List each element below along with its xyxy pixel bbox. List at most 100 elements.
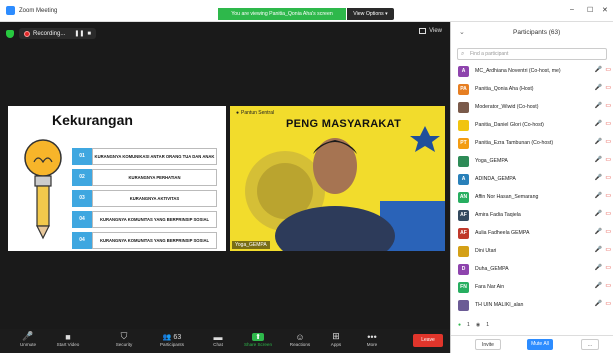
slide-item-1: 01 KURANGNYA KOMUNIKASI ANTAR ORANG TUA …: [72, 148, 217, 165]
mic-muted-icon[interactable]: 🎤: [595, 84, 602, 91]
pause-recording-icon[interactable]: ❚❚: [74, 30, 84, 37]
participants-header: ⌄ Participants (63): [451, 22, 613, 44]
shield-icon: ⛉: [120, 331, 128, 341]
mic-muted-icon[interactable]: 🎤: [595, 210, 602, 217]
slide-item-text: KURANGNYA KOMUNITAS YANG BERPRINSIP SOSI…: [92, 211, 217, 228]
invite-button[interactable]: Invite: [475, 339, 501, 350]
video-off-icon[interactable]: ▭: [605, 120, 611, 127]
participant-row[interactable]: Moderator_Wiwid (Co-host) 🎤 ▭: [451, 98, 613, 116]
gray-status-icon: ◉: [475, 322, 481, 328]
avatar: [458, 245, 469, 257]
close-button[interactable]: ✕: [602, 6, 608, 14]
participant-search-input[interactable]: ⌕ Find a participant: [457, 48, 607, 60]
participant-row[interactable]: PT Panitia_Ezra Tambunan (Co-host) 🎤 ▭: [451, 134, 613, 152]
start-video-button[interactable]: ■ Start Video: [48, 331, 88, 348]
avatar: D: [458, 263, 469, 275]
video-off-icon[interactable]: ▭: [605, 102, 611, 109]
more-icon: •••: [367, 331, 377, 342]
video-off-icon[interactable]: ▭: [605, 66, 611, 73]
mic-muted-icon[interactable]: 🎤: [595, 66, 602, 73]
view-button[interactable]: View: [419, 28, 442, 34]
more-options-button[interactable]: ...: [581, 339, 599, 350]
mic-muted-icon[interactable]: 🎤: [595, 192, 602, 199]
leave-button[interactable]: Leave: [413, 334, 443, 347]
participant-name: Yoga_GEMPA: [475, 158, 508, 164]
chevron-down-icon[interactable]: ⌄: [459, 28, 465, 36]
search-placeholder: Find a participant: [470, 51, 509, 57]
participant-status-counts: ● 1 ◉ 1: [458, 322, 489, 328]
zoom-logo-icon: [6, 6, 15, 15]
speaker-name-tag: Yoga_GEMPA: [232, 241, 270, 249]
video-off-icon[interactable]: ▭: [605, 156, 611, 163]
mic-muted-icon[interactable]: 🎤: [595, 282, 602, 289]
participant-row[interactable]: AF Aulia Fadheela GEMPA 🎤 ▭: [451, 224, 613, 242]
stop-recording-icon[interactable]: ■: [87, 31, 91, 37]
reactions-button[interactable]: ☺ Reactions: [280, 331, 320, 348]
speaker-video[interactable]: PENG MASYARAKAT ● Pantun Sentral Yoga_GE…: [230, 106, 445, 251]
video-off-icon[interactable]: ▭: [605, 138, 611, 145]
participant-row[interactable]: Dini Utari 🎤 ▭: [451, 242, 613, 260]
avatar: [458, 155, 469, 167]
video-off-icon[interactable]: ▭: [605, 84, 611, 91]
video-off-icon[interactable]: ▭: [605, 246, 611, 253]
security-label: Security: [115, 342, 133, 347]
participants-button[interactable]: 👥 63 Participants: [152, 331, 192, 348]
share-screen-button[interactable]: ⬆ Share Screen: [238, 331, 278, 347]
mic-muted-icon[interactable]: 🎤: [595, 120, 602, 127]
video-off-icon[interactable]: ▭: [605, 192, 611, 199]
mic-muted-icon[interactable]: 🎤: [595, 102, 602, 109]
participant-row[interactable]: A MC_Ardhiana Noventri (Co-host, me) 🎤 ▭: [451, 62, 613, 80]
participant-name: Amira Fadia Taqiela: [475, 212, 521, 218]
mic-muted-icon[interactable]: 🎤: [595, 264, 602, 271]
video-off-icon[interactable]: ▭: [605, 300, 611, 307]
video-off-icon[interactable]: ▭: [605, 228, 611, 235]
apps-button[interactable]: ⊞ Apps: [316, 331, 356, 347]
video-off-icon[interactable]: ▭: [605, 264, 611, 271]
participant-name: Panitia_Qonia Aha (Host): [475, 86, 534, 92]
participant-row[interactable]: PA Panitia_Qonia Aha (Host) 🎤 ▭: [451, 80, 613, 98]
video-off-icon[interactable]: ▭: [605, 282, 611, 289]
participant-row[interactable]: A ADINDA_GEMPA 🎤 ▭: [451, 170, 613, 188]
participant-row[interactable]: Yoga_GEMPA 🎤 ▭: [451, 152, 613, 170]
mic-muted-icon[interactable]: 🎤: [595, 138, 602, 145]
participant-status-icons: 🎤 ▭: [595, 228, 611, 235]
avatar: AN: [458, 191, 469, 203]
participant-row[interactable]: FN Fara Nar Ain 🎤 ▭: [451, 278, 613, 296]
participant-row[interactable]: AF Amira Fadia Taqiela 🎤 ▭: [451, 206, 613, 224]
participant-status-icons: 🎤 ▭: [595, 156, 611, 163]
participant-row[interactable]: TH UIN MALIKI_alan 🎤 ▭: [451, 296, 613, 314]
chat-button[interactable]: ▬ Chat: [198, 331, 238, 348]
participants-footer: Invite Mute All ...: [451, 335, 613, 353]
unmute-button[interactable]: 🎤 Unmute: [8, 331, 48, 347]
more-button[interactable]: ••• More: [352, 331, 392, 348]
view-options-button[interactable]: View Options ▾: [347, 8, 394, 20]
video-off-icon[interactable]: ▭: [605, 210, 611, 217]
participant-name: TH UIN MALIKI_alan: [475, 302, 524, 308]
start-video-label: Start Video: [56, 342, 80, 347]
reactions-icon: ☺: [295, 331, 305, 342]
mic-muted-icon[interactable]: 🎤: [595, 156, 602, 163]
encryption-shield-icon[interactable]: [6, 29, 14, 38]
participant-row[interactable]: D Duha_GEMPA 🎤 ▭: [451, 260, 613, 278]
slide-title: Kekurangan: [52, 112, 133, 128]
participant-status-icons: 🎤 ▭: [595, 282, 611, 289]
logo-badge-icon: ●: [236, 110, 240, 116]
video-off-icon[interactable]: ▭: [605, 174, 611, 181]
maximize-button[interactable]: ☐: [587, 6, 593, 14]
participant-status-icons: 🎤 ▭: [595, 138, 611, 145]
mic-muted-icon[interactable]: 🎤: [595, 228, 602, 235]
participant-row[interactable]: Panitia_Daniel Glori (Co-host) 🎤 ▭: [451, 116, 613, 134]
slide-item-text: KURANGNYA AKTIVITAS: [92, 190, 217, 207]
mute-all-button[interactable]: Mute All: [527, 339, 553, 350]
video-top-label: ● Pantun Sentral: [236, 110, 274, 116]
mic-muted-icon[interactable]: 🎤: [595, 246, 602, 253]
participant-status-icons: 🎤 ▭: [595, 210, 611, 217]
more-label: More: [366, 342, 378, 347]
mic-muted-icon[interactable]: 🎤: [595, 174, 602, 181]
participant-name: ADINDA_GEMPA: [475, 176, 516, 182]
participant-row[interactable]: AN Affin Nor Hasan_Semarang 🎤 ▭: [451, 188, 613, 206]
mic-muted-icon[interactable]: 🎤: [595, 300, 602, 307]
share-glyph: ⬆: [252, 332, 264, 341]
security-button[interactable]: ⛉ Security: [104, 331, 144, 347]
minimize-button[interactable]: –: [570, 6, 574, 13]
